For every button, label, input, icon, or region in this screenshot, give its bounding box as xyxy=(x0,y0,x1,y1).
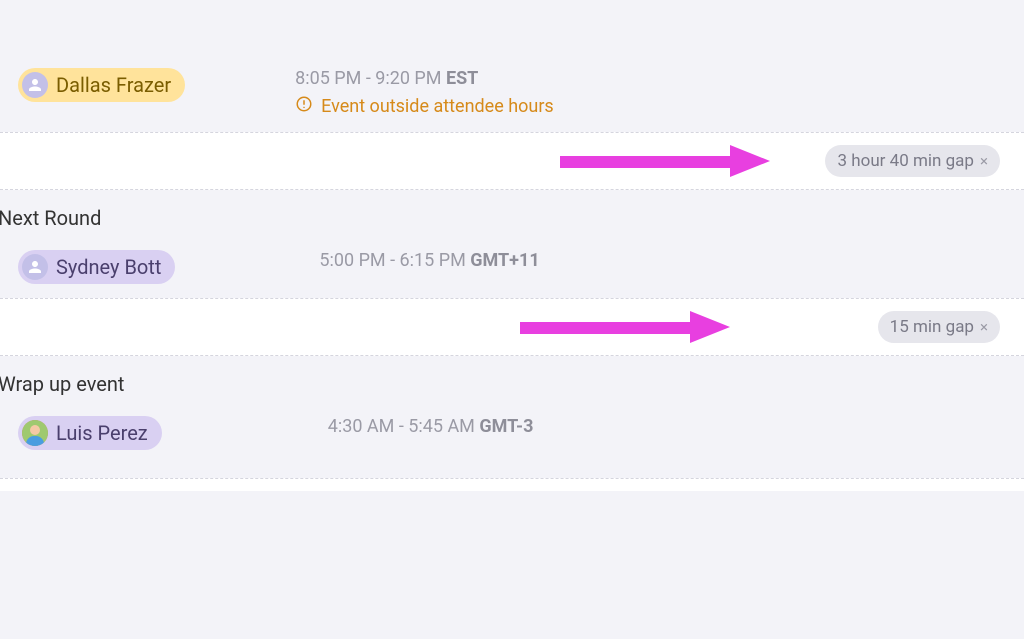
event-time: 4:30 AM - 5:45 AM GMT-3 xyxy=(328,416,534,437)
time-range: 4:30 AM - 5:45 AM xyxy=(328,416,475,437)
time-range: 5:00 PM - 6:15 PM xyxy=(319,250,465,271)
gap-label: 15 min gap xyxy=(890,317,974,337)
gap-chip[interactable]: 3 hour 40 min gap × xyxy=(825,145,1000,177)
gap-strip: 3 hour 40 min gap × xyxy=(0,132,1024,190)
warning-icon xyxy=(295,95,313,118)
close-icon[interactable]: × xyxy=(980,152,988,170)
attendee-name: Sydney Bott xyxy=(56,255,161,279)
attendee-chip[interactable]: Dallas Frazer xyxy=(18,68,185,102)
event-section: Wrap up event Luis Perez 4:30 AM - 5:45 … xyxy=(0,356,1024,454)
timezone: GMT+11 xyxy=(470,250,539,271)
attendee-name: Dallas Frazer xyxy=(56,73,171,97)
time-range: 8:05 PM - 9:20 PM xyxy=(295,68,441,89)
gap-label: 3 hour 40 min gap xyxy=(837,151,974,171)
section-title: Next Round xyxy=(0,190,1024,238)
attendee-name: Luis Perez xyxy=(56,421,148,445)
event-section: Next Round Sydney Bott 5:00 PM - 6:15 PM… xyxy=(0,190,1024,288)
close-icon[interactable]: × xyxy=(980,318,988,336)
warning-text: Event outside attendee hours xyxy=(321,96,554,117)
gap-chip[interactable]: 15 min gap × xyxy=(878,311,1000,343)
event-row[interactable]: Dallas Frazer 8:05 PM - 9:20 PM EST Even… xyxy=(0,56,1024,122)
attendee-chip[interactable]: Luis Perez xyxy=(18,416,162,450)
event-time: 5:00 PM - 6:15 PM GMT+11 xyxy=(319,250,539,271)
event-time-block: 4:30 AM - 5:45 AM GMT-3 xyxy=(328,416,534,437)
timezone: GMT-3 xyxy=(479,416,533,437)
attendee-chip[interactable]: Sydney Bott xyxy=(18,250,175,284)
event-time-block: 5:00 PM - 6:15 PM GMT+11 xyxy=(319,250,539,271)
avatar-icon xyxy=(22,72,48,98)
divider xyxy=(0,478,1024,491)
event-warning: Event outside attendee hours xyxy=(295,95,554,118)
annotation-arrow-icon xyxy=(520,311,730,343)
event-row[interactable]: Sydney Bott 5:00 PM - 6:15 PM GMT+11 xyxy=(0,238,1024,288)
timezone: EST xyxy=(446,68,478,89)
event-section: Dallas Frazer 8:05 PM - 9:20 PM EST Even… xyxy=(0,56,1024,122)
annotation-arrow-icon xyxy=(560,145,770,177)
avatar-icon xyxy=(22,420,48,446)
avatar-icon xyxy=(22,254,48,280)
gap-strip: 15 min gap × xyxy=(0,298,1024,356)
section-title: Wrap up event xyxy=(0,356,1024,404)
event-time-block: 8:05 PM - 9:20 PM EST Event outside atte… xyxy=(295,68,554,118)
event-time: 8:05 PM - 9:20 PM EST xyxy=(295,68,554,89)
event-row[interactable]: Luis Perez 4:30 AM - 5:45 AM GMT-3 xyxy=(0,404,1024,454)
